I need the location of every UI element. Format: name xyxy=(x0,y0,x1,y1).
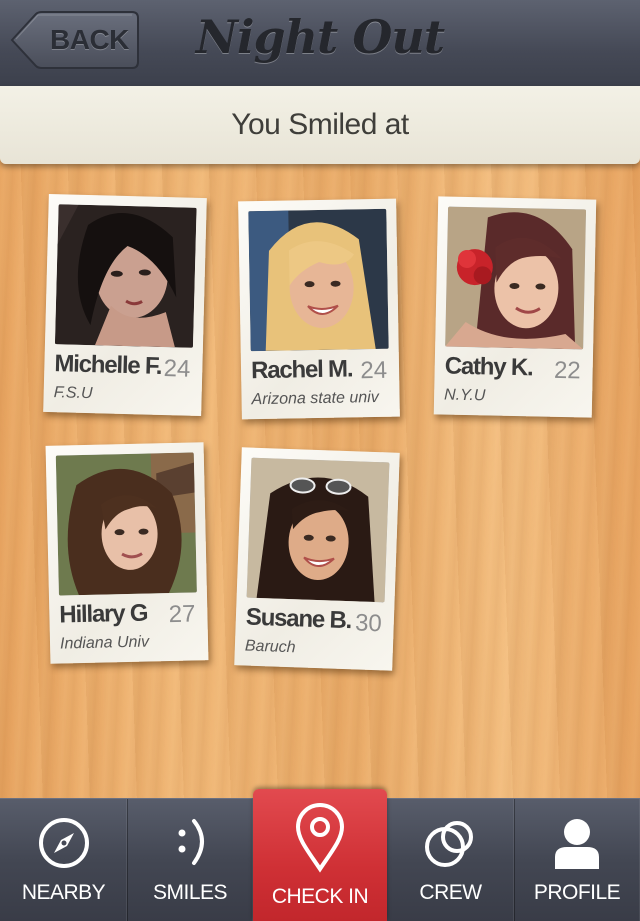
profile-card-hillary[interactable]: Hillary G 27 Indiana Univ xyxy=(45,442,209,664)
profile-photo xyxy=(248,208,389,352)
tab-profile[interactable]: PROFILE xyxy=(514,799,640,921)
top-bar: BACK Night Out xyxy=(0,0,640,86)
person-icon xyxy=(555,819,599,869)
profile-name: Rachel M. xyxy=(250,355,353,385)
profile-school: F.S.U xyxy=(53,384,93,403)
profile-card-michelle[interactable]: Michelle F. 24 F.S.U xyxy=(43,193,207,417)
tab-smiles[interactable]: SMILES xyxy=(127,799,254,921)
profile-age: 30 xyxy=(354,609,383,638)
profile-name: Cathy K. xyxy=(444,352,533,382)
tab-label: PROFILE xyxy=(533,881,621,904)
smiley-icon xyxy=(178,819,204,865)
compass-icon xyxy=(38,818,89,868)
profile-school: Indiana Univ xyxy=(59,633,150,653)
profile-photo xyxy=(54,204,197,348)
profile-school: Arizona state univ xyxy=(251,388,379,409)
profile-age: 24 xyxy=(163,355,191,383)
profile-age: 27 xyxy=(168,600,196,629)
profile-age: 24 xyxy=(360,356,388,385)
tab-bar: NEARBY SMILES CHECK IN CREW PROFILE xyxy=(0,789,640,921)
app-title: Night Out xyxy=(195,10,445,64)
profile-name: Michelle F. xyxy=(54,350,162,380)
profile-age: 22 xyxy=(553,356,581,385)
tab-label: NEARBY xyxy=(21,881,106,904)
profile-photo xyxy=(55,452,197,596)
tab-check-in[interactable]: CHECK IN xyxy=(253,789,387,921)
tab-label: CHECK IN xyxy=(271,885,369,908)
profile-name: Susane B. xyxy=(245,603,352,635)
profile-card-susane[interactable]: Susane B. 30 Baruch xyxy=(234,447,400,671)
profile-photo xyxy=(445,206,587,350)
map-pin-icon xyxy=(295,803,345,873)
profile-card-rachel[interactable]: Rachel M. 24 Arizona state univ xyxy=(238,198,400,420)
subheader-banner: You Smiled at xyxy=(0,86,640,164)
profile-school: Baruch xyxy=(244,637,296,657)
profile-photo xyxy=(246,457,390,603)
tab-crew[interactable]: CREW xyxy=(387,799,515,921)
profile-school: N.Y.U xyxy=(443,386,486,405)
tab-label: CREW xyxy=(419,881,482,904)
tab-nearby[interactable]: NEARBY xyxy=(0,799,128,921)
profile-card-cathy[interactable]: Cathy K. 22 N.Y.U xyxy=(433,196,597,418)
section-title: You Smiled at xyxy=(231,108,409,141)
tab-label: SMILES xyxy=(152,881,228,904)
profile-name: Hillary G xyxy=(59,599,148,629)
rings-icon xyxy=(424,821,473,867)
